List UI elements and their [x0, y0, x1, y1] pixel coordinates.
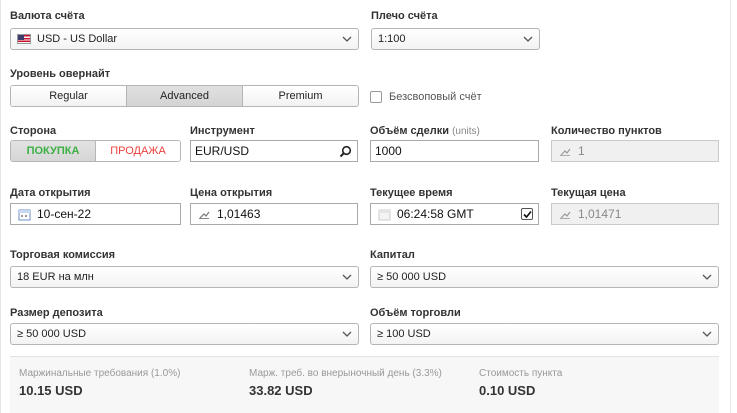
deposit-size-label: Размер депозита — [10, 307, 103, 319]
sell-button[interactable]: ПРОДАЖА — [96, 141, 180, 161]
checkmark-icon — [522, 210, 532, 218]
trade-volume-total-value: ≥ 100 USD — [377, 328, 431, 340]
current-price-label: Текущая цена — [551, 187, 626, 199]
trade-volume-label: Объём сделки (units) — [370, 125, 480, 137]
pip-value-value: 0.10 USD — [479, 383, 536, 398]
overnight-margin-label: Марж. треб. во внерыночный день (3.3%) — [249, 368, 442, 379]
trade-volume-total-label: Объём торговли — [370, 307, 461, 319]
chevron-down-icon — [342, 331, 352, 337]
side-segmented: ПОКУПКА ПРОДАЖА — [10, 140, 181, 162]
current-time-label: Текущее время — [370, 187, 453, 199]
chevron-down-icon — [702, 274, 712, 280]
instrument-input[interactable]: EUR/USD — [190, 140, 358, 162]
instrument-label: Инструмент — [190, 125, 255, 137]
swap-free-label: Безсвоповый счёт — [389, 91, 482, 103]
leverage-value: 1:100 — [378, 33, 406, 45]
chevron-down-icon — [342, 274, 352, 280]
account-currency-label: Валюта счёта — [10, 10, 85, 22]
margin-label: Маржинальные требования (1.0%) — [19, 368, 181, 379]
overnight-option-advanced[interactable]: Advanced — [127, 86, 243, 106]
calculator-icon — [556, 205, 574, 223]
current-time-input[interactable]: 06:24:58 GMT — [370, 203, 539, 225]
open-date-label: Дата открытия — [10, 187, 91, 199]
trade-volume-total-select[interactable]: ≥ 100 USD — [370, 323, 719, 345]
calculator-icon — [556, 142, 574, 160]
pip-count-value: 1 — [578, 144, 585, 158]
current-time-value: 06:24:58 GMT — [397, 207, 474, 221]
account-currency-value: USD - US Dollar — [37, 33, 118, 45]
summary-panel: Маржинальные требования (1.0%) 10.15 USD… — [10, 356, 719, 413]
trade-volume-unit: (units) — [452, 126, 480, 137]
current-price-value: 1,01471 — [578, 207, 622, 221]
trade-volume-label-text: Объём сделки — [370, 125, 450, 137]
commission-value: 18 EUR на млн — [17, 271, 94, 283]
leverage-select[interactable]: 1:100 — [371, 28, 540, 50]
current-time-checkbox[interactable] — [521, 208, 533, 220]
overnight-margin-value: 33.82 USD — [249, 383, 313, 398]
divider — [10, 356, 719, 357]
chevron-down-icon — [702, 331, 712, 337]
commission-label: Торговая комиссия — [10, 249, 116, 261]
current-price-field: 1,01471 — [551, 203, 719, 225]
overnight-option-regular[interactable]: Regular — [11, 86, 127, 106]
calendar-icon — [375, 205, 393, 223]
pip-count-field: 1 — [551, 140, 719, 162]
instrument-value: EUR/USD — [195, 144, 250, 158]
side-label: Сторона — [10, 125, 57, 137]
capital-label: Капитал — [370, 249, 415, 261]
chevron-down-icon — [342, 36, 352, 42]
swap-free-checkbox[interactable] — [370, 91, 382, 103]
us-flag-icon — [17, 34, 31, 44]
calculator-icon — [195, 205, 213, 223]
open-price-input[interactable]: 1,01463 — [190, 203, 358, 225]
trade-volume-input[interactable]: 1000 — [370, 140, 539, 162]
chevron-down-icon — [523, 36, 533, 42]
commission-select[interactable]: 18 EUR на млн — [10, 266, 359, 288]
pip-count-label: Количество пунктов — [551, 125, 662, 137]
capital-select[interactable]: ≥ 50 000 USD — [370, 266, 719, 288]
open-price-label: Цена открытия — [190, 187, 273, 199]
deposit-size-value: ≥ 50 000 USD — [17, 328, 87, 340]
capital-value: ≥ 50 000 USD — [377, 271, 447, 283]
overnight-level-segmented: Regular Advanced Premium — [10, 85, 359, 107]
buy-button[interactable]: ПОКУПКА — [11, 141, 96, 161]
trade-volume-value: 1000 — [375, 144, 402, 158]
open-price-value: 1,01463 — [217, 207, 261, 221]
open-date-input[interactable]: 10-сен-22 — [10, 203, 181, 225]
margin-value: 10.15 USD — [19, 383, 83, 398]
overnight-option-premium[interactable]: Premium — [243, 86, 358, 106]
leverage-label: Плечо счёта — [371, 10, 438, 22]
calendar-icon[interactable] — [15, 205, 33, 223]
account-currency-select[interactable]: USD - US Dollar — [10, 28, 359, 50]
overnight-level-label: Уровень овернайт — [10, 68, 111, 80]
open-date-value: 10-сен-22 — [37, 207, 91, 221]
deposit-size-select[interactable]: ≥ 50 000 USD — [10, 323, 359, 345]
pip-value-label: Стоимость пункта — [479, 368, 563, 379]
search-icon[interactable] — [339, 145, 352, 158]
